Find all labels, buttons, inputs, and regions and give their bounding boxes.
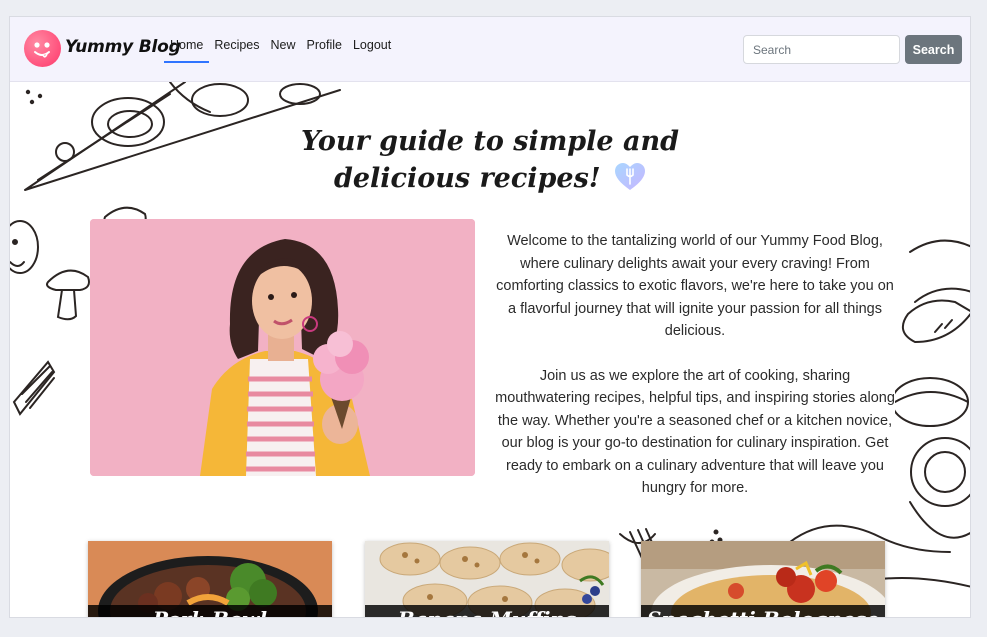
- browser-viewport: Yummy Blog Home Recipes New Profile Logo…: [9, 16, 971, 618]
- nav-link-profile[interactable]: Profile: [307, 38, 342, 52]
- hero-photo-woman-with-ice-cream: [90, 219, 475, 476]
- nav-link-home[interactable]: Home: [163, 38, 210, 63]
- nav-link-new[interactable]: New: [271, 38, 296, 52]
- navbar: Yummy Blog Home Recipes New Profile Logo…: [10, 17, 970, 82]
- heart-fork-icon: [615, 163, 646, 190]
- card-title[interactable]: Spaghetti Bolognese: [641, 605, 885, 617]
- card-title[interactable]: Pork Bowl: [88, 605, 332, 617]
- intro-text: Welcome to the tantalizing world of our …: [495, 230, 895, 500]
- card-title-bar: Pork Bowl: [88, 605, 332, 617]
- intro-paragraph-2: Join us as we explore the art of cooking…: [495, 367, 895, 497]
- card-title-bar: Spaghetti Bolognese: [641, 605, 885, 617]
- recipe-card-banana-muffins[interactable]: Banana Muffins: [365, 541, 609, 617]
- headline-line-2: delicious recipes!: [333, 163, 601, 194]
- card-title-bar: Banana Muffins: [365, 605, 609, 617]
- smiling-face-icon[interactable]: [24, 30, 61, 67]
- nav-links: Home Recipes New Profile Logout: [163, 38, 402, 63]
- card-title[interactable]: Banana Muffins: [365, 605, 609, 617]
- nav-link-logout[interactable]: Logout: [353, 38, 391, 52]
- nav-link-recipes[interactable]: Recipes: [214, 38, 259, 52]
- headline-line-1: Your guide to simple and: [300, 126, 680, 157]
- brand-name[interactable]: Yummy Blog: [65, 37, 181, 57]
- recipe-card-pork-bowl[interactable]: Pork Bowl: [88, 541, 332, 617]
- search-input[interactable]: [743, 35, 900, 64]
- page-headline: Your guide to simple and delicious recip…: [290, 123, 690, 197]
- recipe-card-spaghetti-bolognese[interactable]: Spaghetti Bolognese: [641, 541, 885, 617]
- intro-paragraph-1: Welcome to the tantalizing world of our …: [496, 233, 894, 339]
- search-button[interactable]: Search: [905, 35, 962, 64]
